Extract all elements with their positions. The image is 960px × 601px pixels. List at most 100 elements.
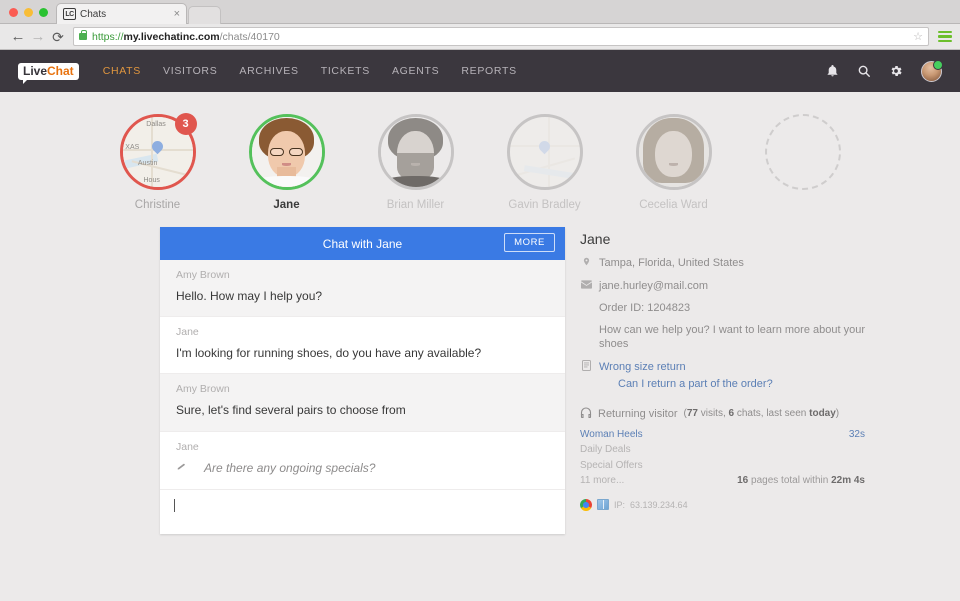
- app-stage: 3 Dallas XAS Austin Hous: [0, 92, 960, 601]
- browser-tab-title: Chats: [80, 9, 174, 20]
- chat-message: Amy Brown Hello. How may I help you?: [160, 260, 565, 317]
- browser-urlbar: ← → ⟳ https://my.livechatinc.com/chats/4…: [0, 24, 960, 50]
- visitor-order-row: Order ID: 1204823: [580, 301, 865, 316]
- nav-item-chats[interactable]: CHATS: [103, 65, 141, 77]
- livechat-logo[interactable]: LiveChat: [18, 63, 79, 80]
- returning-visitor-label: Returning visitor: [598, 408, 677, 420]
- url-host: my.livechatinc.com: [124, 31, 220, 43]
- message-text: I'm looking for running shoes, do you ha…: [176, 345, 549, 361]
- main-nav: CHATS VISITORS ARCHIVES TICKETS AGENTS R…: [103, 65, 517, 77]
- message-author: Jane: [176, 441, 549, 453]
- typing-preview-text: Are there any ongoing specials?: [204, 460, 375, 476]
- visitor-prechat-answer: How can we help you? I want to learn mor…: [599, 323, 865, 353]
- chatter-avatar-ring-active: [249, 114, 325, 190]
- chat-message: Jane I'm looking for running shoes, do y…: [160, 317, 565, 374]
- browser-tab[interactable]: LC Chats ×: [56, 3, 187, 24]
- nav-item-reports[interactable]: REPORTS: [461, 65, 516, 77]
- chatter-item-gavin-bradley[interactable]: Gavin Bradley: [495, 114, 595, 211]
- chatter-name: Gavin Bradley: [495, 199, 595, 211]
- ip-value: 63.139.234.64: [630, 500, 688, 510]
- close-window-button[interactable]: [9, 8, 18, 17]
- ticket-title-link[interactable]: Wrong size return: [599, 361, 686, 373]
- url-path: /chats/40170: [220, 31, 280, 43]
- maximize-window-button[interactable]: [39, 8, 48, 17]
- chatter-item-empty-slot[interactable]: [753, 114, 853, 211]
- pencil-typing-icon: [175, 459, 187, 477]
- message-author: Jane: [176, 326, 549, 338]
- chatter-list: 3 Dallas XAS Austin Hous: [0, 92, 960, 211]
- chatter-avatar-ring: [636, 114, 712, 190]
- reload-icon[interactable]: ⟳: [48, 30, 68, 44]
- chatter-name: Jane: [237, 199, 337, 211]
- page-title: Special Offers: [580, 458, 643, 474]
- search-icon[interactable]: [857, 64, 871, 78]
- url-input[interactable]: https://my.livechatinc.com/chats/40170 ☆: [73, 27, 929, 46]
- visitor-details-panel: Jane Tampa, Florida, United States jane.…: [565, 227, 865, 534]
- ticket-icon: [580, 360, 592, 376]
- chatter-avatar-ring: [378, 114, 454, 190]
- message-author: Amy Brown: [176, 383, 549, 395]
- browser-tabbar: LC Chats ×: [0, 0, 960, 24]
- new-tab-button[interactable]: [188, 6, 221, 24]
- chat-message: Amy Brown Sure, let's find several pairs…: [160, 374, 565, 431]
- chatter-item-brian-miller[interactable]: Brian Miller: [366, 114, 466, 211]
- visitor-email-row: jane.hurley@mail.com: [580, 279, 865, 294]
- chrome-browser-icon: [580, 499, 592, 511]
- chatter-item-christine[interactable]: 3 Dallas XAS Austin Hous: [108, 114, 208, 211]
- returning-visitor-row: Returning visitor (77 visits, 6 chats, l…: [580, 407, 865, 421]
- chat-title: Chat with Jane: [323, 237, 402, 251]
- windows-os-icon: [597, 499, 609, 510]
- visited-page-row[interactable]: Woman Heels 32s: [580, 427, 865, 443]
- navbar-actions: [826, 61, 942, 82]
- visitor-ticket-row: Wrong size return Can I return a part of…: [580, 360, 865, 392]
- visitor-location: Tampa, Florida, United States: [599, 256, 744, 271]
- nav-item-visitors[interactable]: VISITORS: [163, 65, 217, 77]
- visited-pages-list: Woman Heels 32s Daily Deals Special Offe…: [580, 427, 865, 489]
- chat-window-header: Chat with Jane MORE: [160, 227, 565, 260]
- message-author: Amy Brown: [176, 269, 549, 281]
- bookmark-star-icon[interactable]: ☆: [913, 30, 923, 43]
- app-navbar: LiveChat CHATS VISITORS ARCHIVES TICKETS…: [0, 50, 960, 92]
- visitor-prechat-row: How can we help you? I want to learn mor…: [580, 323, 865, 353]
- visited-page-row[interactable]: Daily Deals: [580, 442, 865, 458]
- message-text: Sure, let's find several pairs to choose…: [176, 402, 549, 418]
- chat-content-area: Chat with Jane MORE Amy Brown Hello. How…: [0, 227, 960, 534]
- visitor-order-id: Order ID: 1204823: [599, 301, 690, 316]
- page-title: Woman Heels: [580, 427, 643, 443]
- more-pages-link[interactable]: 11 more...: [580, 473, 624, 489]
- visitor-avatar-brian: [381, 117, 451, 187]
- notifications-bell-icon[interactable]: [826, 64, 839, 78]
- returning-visitor-stats: (77 visits, 6 chats, last seen today): [683, 408, 839, 419]
- chatter-avatar-ring: 3 Dallas XAS Austin Hous: [120, 114, 196, 190]
- ticket-subtitle-link[interactable]: Can I return a part of the order?: [618, 377, 773, 392]
- pages-total-text: 16 pages total within 22m 4s: [737, 473, 865, 489]
- empty-chat-slot-icon: [765, 114, 841, 190]
- chatter-name: Brian Miller: [366, 199, 466, 211]
- chatter-item-jane[interactable]: Jane: [237, 114, 337, 211]
- visitor-email: jane.hurley@mail.com: [599, 279, 708, 294]
- nav-item-tickets[interactable]: TICKETS: [321, 65, 370, 77]
- visitor-location-row: Tampa, Florida, United States: [580, 256, 865, 272]
- message-input[interactable]: [160, 490, 565, 534]
- unread-badge: 3: [175, 113, 197, 135]
- nav-item-archives[interactable]: ARCHIVES: [239, 65, 298, 77]
- nav-item-agents[interactable]: AGENTS: [392, 65, 439, 77]
- chatter-item-cecelia-ward[interactable]: Cecelia Ward: [624, 114, 724, 211]
- chat-window: Chat with Jane MORE Amy Brown Hello. How…: [160, 227, 565, 534]
- settings-gear-icon[interactable]: [889, 64, 903, 78]
- browser-menu-icon[interactable]: [938, 31, 952, 43]
- envelope-icon: [580, 279, 592, 294]
- visited-page-row[interactable]: Special Offers: [580, 458, 865, 474]
- minimize-window-button[interactable]: [24, 8, 33, 17]
- chatter-avatar-ring: [507, 114, 583, 190]
- back-arrow-icon[interactable]: ←: [8, 29, 28, 44]
- ip-label: IP:: [614, 500, 625, 510]
- forward-arrow-icon[interactable]: →: [28, 29, 48, 44]
- more-button[interactable]: MORE: [504, 233, 555, 252]
- visitor-avatar-cecelia: [639, 117, 709, 187]
- close-icon[interactable]: ×: [174, 9, 180, 20]
- text-caret: [174, 499, 175, 512]
- visitor-avatar-jane: [252, 117, 322, 187]
- agent-avatar[interactable]: [921, 61, 942, 82]
- window-traffic-lights: [9, 8, 48, 17]
